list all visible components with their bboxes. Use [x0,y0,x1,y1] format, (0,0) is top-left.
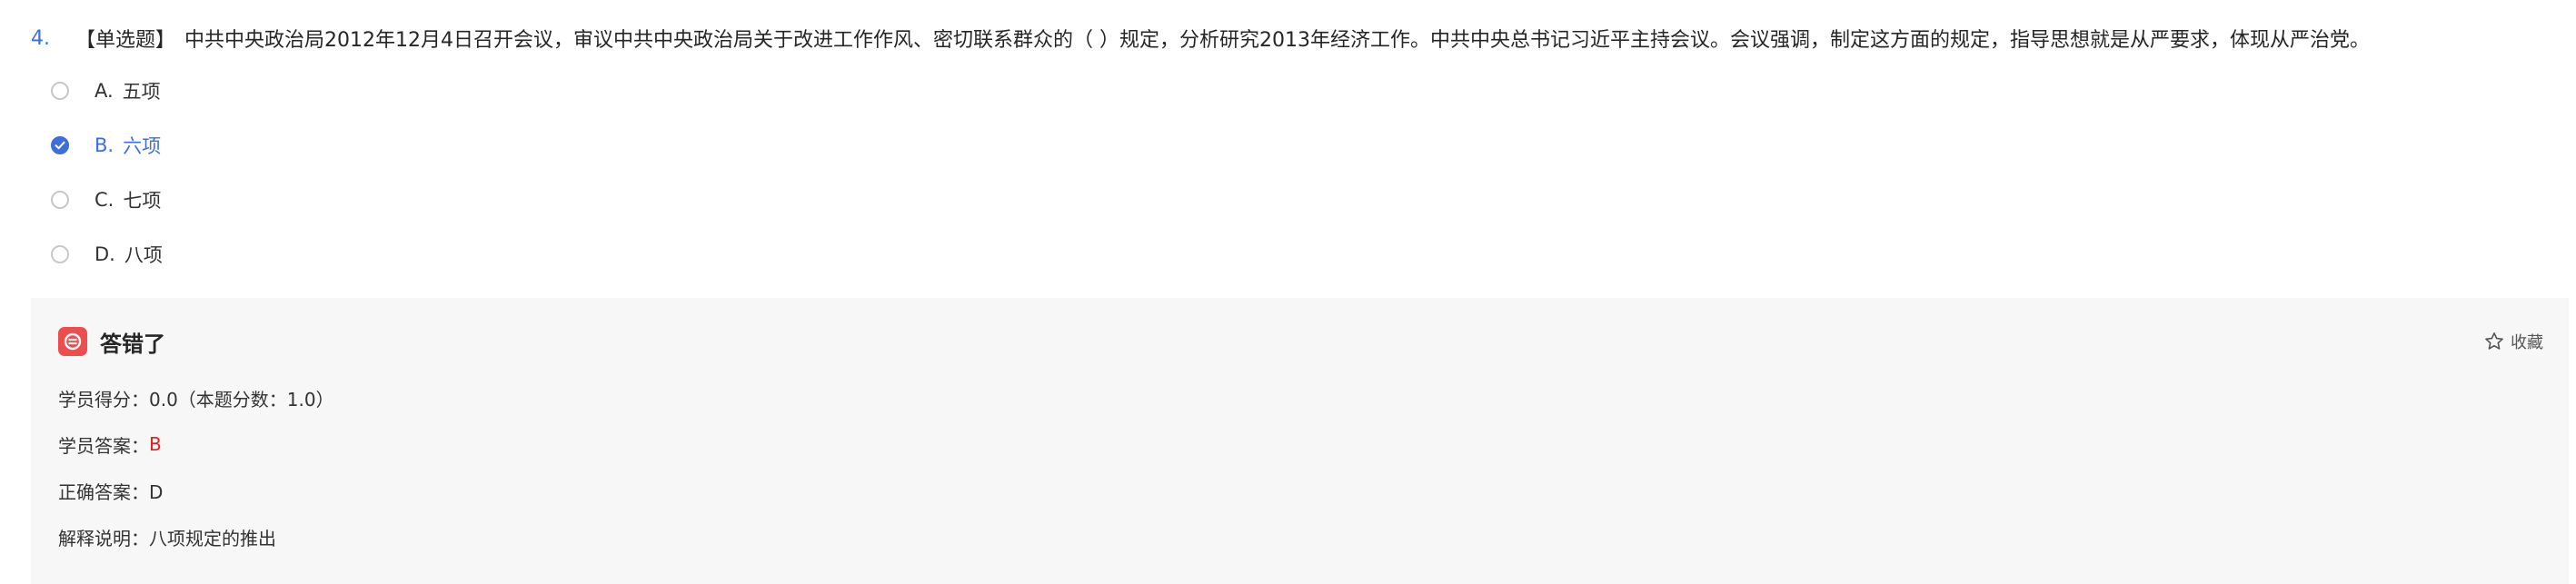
student-answer-label: 学员答案： [58,434,149,457]
student-answer-line: 学员答案： B [58,430,162,459]
radio-button-checked[interactable] [51,136,69,154]
option-letter: B. [94,134,114,156]
collect-label: 收藏 [2511,333,2543,352]
question-stem: 中共中央政治局2012年12月4日召开会议，审议中共中央政治局关于改进工作作风、… [184,29,2370,52]
option-b[interactable]: B. 六项 [51,129,161,162]
check-icon [55,141,65,150]
question-block: 4. 【单选题】 中共中央政治局2012年12月4日召开会议，审议中共中央政治局… [0,0,2576,584]
radio-button[interactable] [51,82,69,100]
wrong-answer-icon [58,327,87,356]
radio-button[interactable] [51,191,69,209]
answer-result-panel: 答错了 收藏 学员得分：0.0（本题分数：1.0） 学员答案： B 正确答案：D… [31,298,2569,584]
option-letter: C. [94,189,114,211]
question-number: 4. [31,26,50,50]
option-text: 八项 [124,244,163,266]
collect-button[interactable]: 收藏 [2483,329,2543,354]
result-status-title: 答错了 [100,331,165,357]
result-title-row: 答错了 [58,325,165,358]
option-a[interactable]: A. 五项 [51,74,161,107]
student-answer-value: B [149,433,162,455]
score-line: 学员得分：0.0（本题分数：1.0） [58,388,334,411]
option-text: 六项 [123,135,162,157]
question-header: 4. 【单选题】 中共中央政治局2012年12月4日召开会议，审议中共中央政治局… [31,20,2370,56]
correct-answer-line: 正确答案：D [58,480,164,503]
star-outline-icon [2485,332,2503,350]
option-text: 七项 [123,190,162,212]
option-letter: A. [94,80,114,102]
radio-button[interactable] [51,245,69,263]
option-letter: D. [94,243,115,265]
option-c[interactable]: C. 七项 [51,183,161,216]
option-text: 五项 [122,81,161,103]
question-type-label: 【单选题】 [75,29,176,52]
explanation-line: 解释说明：八项规定的推出 [58,527,276,549]
option-d[interactable]: D. 八项 [51,238,163,271]
